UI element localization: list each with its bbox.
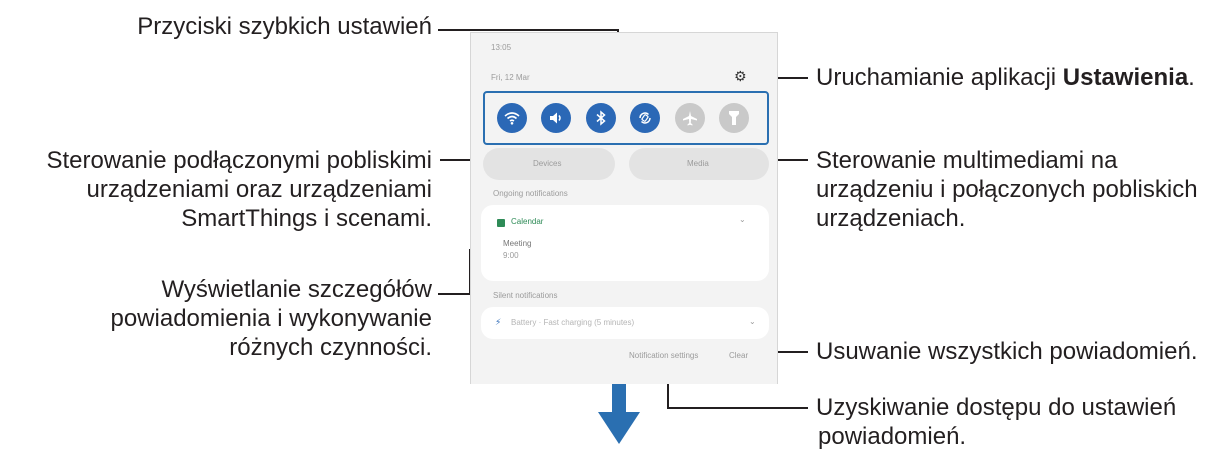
silent-notification-card[interactable]: ⚡ Battery · Fast charging (5 minutes) ⌄ [481,307,769,339]
notification-time: 9:00 [503,251,519,260]
silent-notifications-header: Silent notifications [493,291,558,300]
gear-icon[interactable]: ⚙ [734,69,747,85]
status-date: Fri, 12 Mar [491,73,530,82]
callout-devices-line-2: urządzeniami oraz urządzeniami [86,176,433,203]
callout-details: Wyświetlanie szczegółów powiadomienia i … [60,275,432,362]
callout-notif-settings-line-1: Uzyskiwanie dostępu do ustawień [816,394,1177,421]
callout-media-line-2: urządzeniu i połączonych pobliskich [816,176,1198,203]
callout-quick-settings: Przyciski szybkich ustawień [102,12,432,41]
callout-notif-settings: Uzyskiwanie dostępu do ustawień powiadom… [816,393,1176,451]
devices-button[interactable]: Devices [483,148,615,180]
silent-notification-text: Battery · Fast charging (5 minutes) [511,318,635,327]
calendar-icon [497,219,505,227]
callout-details-line-1: Wyświetlanie szczegółów [161,276,432,303]
callout-settings-text: Uruchamianie aplikacji [816,64,1063,91]
clear-button[interactable]: Clear [729,351,748,360]
notification-app-name: Calendar [511,217,544,226]
callout-clear-all: Usuwanie wszystkich powiadomień. [816,337,1198,366]
chevron-down-icon[interactable]: ⌄ [749,317,756,326]
callout-devices: Sterowanie podłączonymi pobliskimi urząd… [20,146,432,233]
callout-quick-settings-text: Przyciski szybkich ustawień [137,13,432,40]
notification-settings-button[interactable]: Notification settings [629,351,698,360]
callout-notif-settings-line-2: powiadomień. [818,423,967,450]
auto-rotate-icon[interactable] [630,103,660,133]
callout-settings-end: . [1188,64,1195,91]
sound-icon[interactable] [541,103,571,133]
airplane-icon[interactable] [675,103,705,133]
notification-card[interactable]: Calendar ⌄ Meeting 9:00 [481,205,769,281]
callout-details-line-3: różnych czynności. [229,334,432,361]
flashlight-icon[interactable] [719,103,749,133]
callout-media-line-3: urządzeniach. [816,205,966,232]
callout-clear-all-text: Usuwanie wszystkich powiadomień. [816,338,1198,365]
phone-screen: 13:05 Fri, 12 Mar ⚙ Devices Media Ongoin… [470,32,778,384]
notification-title: Meeting [503,239,532,248]
wifi-icon[interactable] [497,103,527,133]
devices-button-label: Devices [533,159,562,168]
callout-devices-line-1: Sterowanie podłączonymi pobliskimi [46,147,432,174]
callout-settings: Uruchamianie aplikacji Ustawienia. [816,63,1195,92]
lightning-icon: ⚡ [495,317,502,327]
callout-details-line-2: powiadomienia i wykonywanie [110,305,432,332]
callout-media: Sterowanie multimediami na urządzeniu i … [816,146,1198,233]
callout-devices-line-3: SmartThings i scenami. [181,205,432,232]
callout-settings-app-name: Ustawienia [1062,64,1189,91]
media-button[interactable]: Media [629,148,769,180]
bluetooth-icon[interactable] [586,103,616,133]
callout-media-line-1: Sterowanie multimediami na [816,147,1118,174]
ongoing-notifications-header: Ongoing notifications [493,189,568,198]
status-time: 13:05 [491,43,512,52]
chevron-down-icon[interactable]: ⌄ [739,215,746,224]
media-button-label: Media [687,159,709,168]
quick-settings-panel [483,91,769,145]
